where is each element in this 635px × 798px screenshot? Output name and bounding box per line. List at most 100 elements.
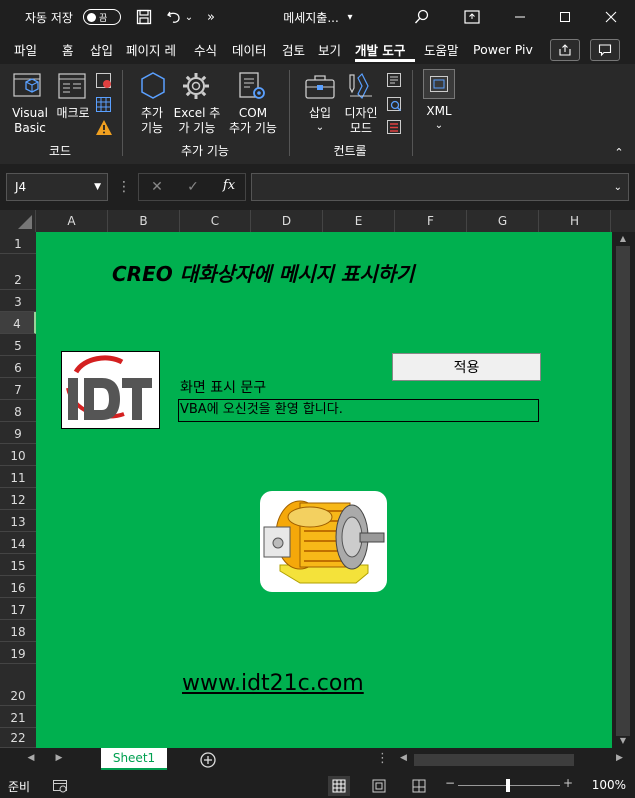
tab-help[interactable]: 도움말 xyxy=(424,34,466,64)
column-header[interactable]: A xyxy=(36,210,108,232)
row-header-selected[interactable]: 4 xyxy=(0,312,36,334)
search-icon[interactable] xyxy=(410,0,434,34)
row-header[interactable]: 21 xyxy=(0,706,36,728)
insert-control-label[interactable]: 삽입 xyxy=(302,106,338,121)
design-mode-label[interactable]: 디자인 모드 xyxy=(340,106,382,136)
tab-page-layout[interactable]: 페이지 레 xyxy=(126,34,186,64)
excel-addins-label[interactable]: Excel 추가 기능 xyxy=(170,106,224,136)
column-header[interactable]: E xyxy=(323,210,395,232)
row-header[interactable]: 3 xyxy=(0,290,36,312)
add-sheet-icon[interactable] xyxy=(199,751,217,769)
select-all-corner[interactable] xyxy=(0,210,36,232)
more-options-icon[interactable]: ⋮ xyxy=(117,179,131,195)
cancel-icon[interactable]: ✕ xyxy=(148,179,166,195)
horizontal-scroll-thumb[interactable] xyxy=(414,754,574,766)
accessibility-icon[interactable] xyxy=(52,778,68,794)
column-header[interactable]: D xyxy=(251,210,323,232)
apply-button[interactable]: 적용 xyxy=(392,353,541,381)
collapse-ribbon-icon[interactable]: ⌃ xyxy=(610,146,628,162)
tab-formulas[interactable]: 수식 xyxy=(194,34,222,64)
row-header[interactable]: 5 xyxy=(0,334,36,356)
column-header[interactable]: C xyxy=(180,210,251,232)
zoom-out-icon[interactable]: − xyxy=(444,776,456,794)
restore-icon[interactable] xyxy=(551,0,579,34)
name-box[interactable]: J4 ▼ xyxy=(6,173,108,201)
properties-icon[interactable] xyxy=(386,72,402,88)
column-header[interactable]: B xyxy=(108,210,180,232)
tab-insert[interactable]: 삽입 xyxy=(90,34,118,64)
sheet-options-icon[interactable]: ⋮ xyxy=(376,751,389,769)
website-link[interactable]: www.idt21c.com xyxy=(182,671,442,701)
row-header[interactable]: 10 xyxy=(0,444,36,466)
com-addins-label[interactable]: COM 추가 기능 xyxy=(224,106,282,136)
row-header[interactable]: 20 xyxy=(0,664,36,706)
worksheet-grid[interactable]: CREO 대화상자에 메시지 표시하기 적용 화면 표시 문구 VBA에 오신것… xyxy=(36,232,612,748)
addins-label[interactable]: 추가 기능 xyxy=(131,106,173,136)
row-header[interactable]: 7 xyxy=(0,378,36,400)
ribbon-display-icon[interactable] xyxy=(458,0,486,34)
insert-control-icon[interactable] xyxy=(304,72,336,102)
row-header[interactable]: 9 xyxy=(0,422,36,444)
zoom-in-icon[interactable]: + xyxy=(562,776,574,794)
tab-developer[interactable]: 개발 도구 xyxy=(355,34,415,64)
next-sheet-icon[interactable]: ▶ xyxy=(52,753,66,767)
macro-icon[interactable] xyxy=(58,72,90,102)
horizontal-scrollbar[interactable] xyxy=(412,753,612,767)
prev-sheet-icon[interactable]: ◀ xyxy=(24,753,38,767)
row-header[interactable]: 14 xyxy=(0,532,36,554)
row-header[interactable]: 1 xyxy=(0,232,36,254)
addins-icon[interactable] xyxy=(137,70,169,102)
filename-dropdown-icon[interactable]: ▾ xyxy=(344,0,356,34)
autosave-toggle[interactable]: 끔 xyxy=(82,0,122,34)
excel-addins-icon[interactable] xyxy=(180,70,212,102)
scroll-left-icon[interactable]: ◀ xyxy=(400,753,410,767)
design-mode-icon[interactable] xyxy=(344,72,376,102)
comments-button[interactable] xyxy=(590,39,620,61)
vertical-scroll-thumb[interactable] xyxy=(616,246,630,736)
xml-source-icon[interactable] xyxy=(423,69,455,99)
tab-power-pivot[interactable]: Power Piv xyxy=(473,34,535,64)
undo-dropdown-icon[interactable]: ⌄ xyxy=(183,0,195,34)
visual-basic-label[interactable]: Visual Basic xyxy=(8,106,52,136)
sheet-tab-sheet1[interactable]: Sheet1 xyxy=(101,748,167,770)
row-header[interactable]: 15 xyxy=(0,554,36,576)
vertical-scrollbar[interactable]: ▲ ▼ xyxy=(612,232,635,748)
column-header[interactable]: F xyxy=(395,210,467,232)
page-layout-view-icon[interactable] xyxy=(368,776,390,796)
xml-label[interactable]: XML xyxy=(420,104,458,119)
scroll-right-icon[interactable]: ▶ xyxy=(616,753,626,767)
zoom-slider-thumb[interactable] xyxy=(506,779,510,792)
motor-image[interactable] xyxy=(260,491,387,592)
tab-home[interactable]: 홈 xyxy=(62,34,78,64)
row-header[interactable]: 13 xyxy=(0,510,36,532)
tab-data[interactable]: 데이터 xyxy=(232,34,272,64)
macro-label[interactable]: 매크로 xyxy=(52,106,94,121)
row-header[interactable]: 17 xyxy=(0,598,36,620)
xml-dropdown-icon[interactable]: ⌄ xyxy=(431,118,447,133)
row-header[interactable]: 2 xyxy=(0,254,36,290)
row-header[interactable]: 18 xyxy=(0,620,36,642)
close-icon[interactable] xyxy=(597,0,625,34)
row-header[interactable]: 22 xyxy=(0,728,36,748)
minimize-icon[interactable] xyxy=(506,0,534,34)
insert-function-icon[interactable]: fx xyxy=(220,178,238,194)
share-button[interactable] xyxy=(550,39,580,61)
visual-basic-icon[interactable] xyxy=(12,70,46,100)
enter-icon[interactable]: ✓ xyxy=(184,179,202,195)
page-break-view-icon[interactable] xyxy=(408,776,430,796)
tab-view[interactable]: 보기 xyxy=(318,34,346,64)
name-box-dropdown-icon[interactable]: ▼ xyxy=(94,182,101,192)
tab-file[interactable]: 파일 xyxy=(14,34,44,64)
insert-dropdown-icon[interactable]: ⌄ xyxy=(312,120,328,135)
tab-review[interactable]: 검토 xyxy=(282,34,310,64)
row-header[interactable]: 8 xyxy=(0,400,36,422)
scroll-down-icon[interactable]: ▼ xyxy=(617,736,629,746)
display-text-field[interactable]: VBA에 오신것을 환영 합니다. xyxy=(178,399,539,422)
relative-reference-icon[interactable] xyxy=(95,96,113,114)
column-header[interactable]: G xyxy=(467,210,539,232)
normal-view-icon[interactable] xyxy=(328,776,350,796)
row-header[interactable]: 11 xyxy=(0,466,36,488)
row-header[interactable]: 16 xyxy=(0,576,36,598)
com-addins-icon[interactable] xyxy=(236,70,268,102)
column-header[interactable]: H xyxy=(539,210,611,232)
